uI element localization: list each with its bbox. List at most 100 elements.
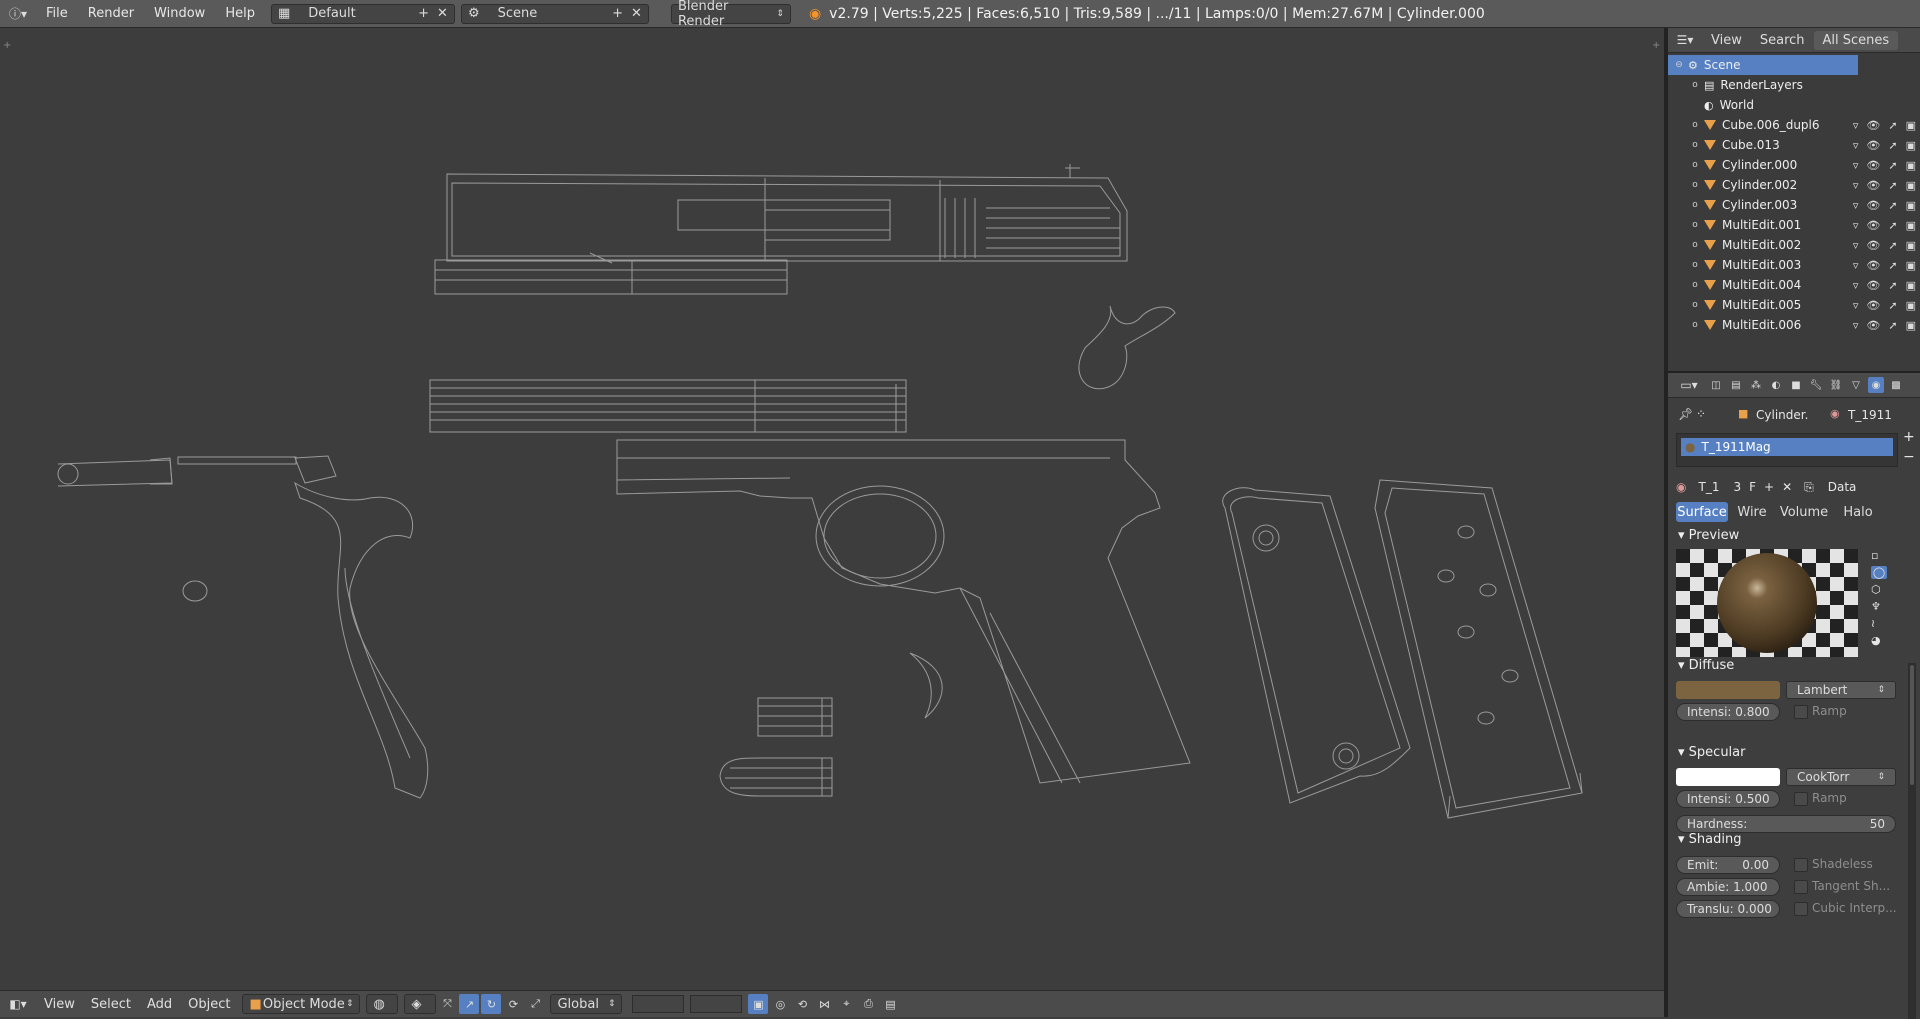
info-editor-icon[interactable]: ⓘ▾	[0, 5, 36, 22]
expand-toggle-icon[interactable]: ⊖	[1674, 60, 1684, 70]
datablock-users[interactable]: 3	[1733, 480, 1741, 494]
selectable-cursor-icon[interactable]: ➚	[1888, 279, 1897, 292]
visibility-eye-icon[interactable]: 👁︎	[1866, 279, 1880, 292]
menu-view[interactable]: View	[36, 997, 83, 1012]
shading-dropdown[interactable]: ◍	[366, 994, 399, 1014]
object-tab-icon[interactable]: ■	[1788, 377, 1804, 393]
expand-toggle-icon[interactable]: o	[1690, 240, 1700, 250]
expand-toggle-icon[interactable]: o	[1690, 80, 1700, 90]
diffuse-ramp-checkbox[interactable]	[1794, 705, 1808, 719]
expand-toggle-icon[interactable]: o	[1690, 180, 1700, 190]
outliner-row-cube-006-dupl6[interactable]: o Cube.006_dupl6 ▿ 👁︎ ➚ ▣	[1668, 115, 1920, 135]
diffuse-panel-header[interactable]: ▾ Diffuse	[1678, 658, 1734, 673]
renderable-camera-icon[interactable]: ▣	[1906, 199, 1916, 212]
editor-type-icon[interactable]: ◧▾	[0, 997, 36, 1011]
pivot-dropdown[interactable]: ◈	[404, 994, 437, 1014]
snap-target-icon[interactable]: ⌖	[836, 994, 856, 1014]
selectable-cursor-icon[interactable]: ➚	[1888, 139, 1897, 152]
outliner-row-scene[interactable]: ⊖ ⚙ Scene	[1668, 55, 1858, 75]
rotate-icon[interactable]: ⟳	[503, 994, 523, 1014]
outliner-row-multiedit-002[interactable]: o MultiEdit.002 ▿ 👁︎ ➚ ▣	[1668, 235, 1920, 255]
render-tab-icon[interactable]: ◫	[1708, 377, 1724, 393]
outliner-row-world[interactable]: ◐ World	[1668, 95, 1920, 115]
expand-toggle-icon[interactable]: o	[1690, 320, 1700, 330]
visibility-eye-icon[interactable]: 👁︎	[1866, 259, 1880, 272]
renderable-camera-icon[interactable]: ▣	[1906, 279, 1916, 292]
specular-shader-dropdown[interactable]: CookTorr ⇕	[1786, 768, 1896, 786]
material-tab-icon[interactable]: ◉	[1868, 377, 1884, 393]
tab-volume[interactable]: Volume	[1776, 502, 1832, 522]
mesh-data-icon[interactable]: ▿	[1853, 299, 1859, 312]
scale-icon[interactable]: ⤢	[525, 994, 545, 1014]
outliner-row-multiedit-001[interactable]: o MultiEdit.001 ▿ 👁︎ ➚ ▣	[1668, 215, 1920, 235]
layer-buttons-2[interactable]	[690, 995, 743, 1013]
menu-help[interactable]: Help	[215, 6, 265, 21]
expand-toggle-icon[interactable]: o	[1690, 160, 1700, 170]
mode-dropdown[interactable]: ■ Object Mode ⇕	[242, 994, 361, 1014]
scene-dropdown[interactable]: ⚙ Scene + ✕	[460, 3, 649, 24]
renderable-camera-icon[interactable]: ▣	[1906, 139, 1916, 152]
outliner-display-mode[interactable]: All Scenes	[1813, 30, 1899, 50]
translate-manipulator-icon[interactable]: ↗	[459, 994, 480, 1014]
outliner-row-multiedit-004[interactable]: o MultiEdit.004 ▿ 👁︎ ➚ ▣	[1668, 275, 1920, 295]
outliner-editor-icon[interactable]: ☰▾	[1668, 33, 1702, 47]
add-layout-icon[interactable]: +	[418, 6, 429, 21]
menu-select[interactable]: Select	[83, 997, 139, 1012]
expand-toggle-icon[interactable]: o	[1690, 260, 1700, 270]
3d-viewport[interactable]: + +	[0, 28, 1664, 990]
properties-scrollbar[interactable]	[1908, 663, 1916, 1019]
link-type-icon[interactable]: ⎘	[1804, 480, 1814, 495]
mesh-data-icon[interactable]: ▿	[1853, 119, 1859, 132]
outliner-row-cylinder-002[interactable]: o Cylinder.002 ▿ 👁︎ ➚ ▣	[1668, 175, 1920, 195]
outliner-row-cylinder-003[interactable]: o Cylinder.003 ▿ 👁︎ ➚ ▣	[1668, 195, 1920, 215]
menu-window[interactable]: Window	[144, 6, 215, 21]
transform-manipulator-icon[interactable]: ⤧	[437, 994, 457, 1014]
visibility-eye-icon[interactable]: 👁︎	[1866, 239, 1880, 252]
preview-cube-icon[interactable]: ⬡	[1871, 583, 1887, 596]
renderable-camera-icon[interactable]: ▣	[1906, 219, 1916, 232]
visibility-eye-icon[interactable]: 👁︎	[1866, 159, 1880, 172]
visibility-eye-icon[interactable]: 👁︎	[1866, 139, 1880, 152]
properties-editor-icon[interactable]: ▭▾	[1674, 378, 1704, 392]
outliner-row-multiedit-006[interactable]: o MultiEdit.006 ▿ 👁︎ ➚ ▣	[1668, 315, 1920, 335]
snap-toggle-icon[interactable]: ⟲	[792, 994, 812, 1014]
expand-toggle-icon[interactable]: o	[1690, 220, 1700, 230]
expand-toggle-icon[interactable]: o	[1690, 300, 1700, 310]
unlink-material-icon[interactable]: ✕	[1782, 480, 1792, 494]
specular-intensity-field[interactable]: Intensi: 0.500	[1676, 790, 1780, 808]
outliner-view-menu[interactable]: View	[1702, 33, 1751, 48]
preview-panel-header[interactable]: ▾ Preview	[1678, 528, 1739, 543]
outliner-row-cylinder-000[interactable]: o Cylinder.000 ▿ 👁︎ ➚ ▣	[1668, 155, 1920, 175]
visibility-eye-icon[interactable]: 👁︎	[1866, 219, 1880, 232]
link-type-label[interactable]: Data	[1828, 480, 1857, 494]
selectable-cursor-icon[interactable]: ➚	[1888, 199, 1897, 212]
mesh-data-icon[interactable]: ▿	[1853, 139, 1859, 152]
specular-ramp-checkbox[interactable]	[1794, 792, 1808, 806]
datablock-name[interactable]: T_1	[1698, 480, 1719, 494]
outliner-row-renderlayers[interactable]: o ▤ RenderLayers	[1668, 75, 1920, 95]
data-tab-icon[interactable]: ▽	[1848, 377, 1864, 393]
menu-object[interactable]: Object	[180, 997, 238, 1012]
preview-hair-icon[interactable]: ≀	[1871, 617, 1887, 630]
lock-layers-icon[interactable]: ▣	[748, 994, 769, 1014]
new-material-icon[interactable]: +	[1764, 480, 1774, 494]
world-tab-icon[interactable]: ◐	[1768, 377, 1784, 393]
render-icon[interactable]: ⎙	[858, 994, 878, 1014]
material-browse-icon[interactable]: ◉	[1676, 480, 1686, 494]
pin-icon[interactable]: 📌︎	[1678, 407, 1693, 421]
renderable-camera-icon[interactable]: ▣	[1906, 239, 1916, 252]
specular-color-swatch[interactable]	[1676, 768, 1780, 786]
preview-sphere-icon[interactable]: ◯	[1871, 566, 1887, 579]
orientation-dropdown[interactable]: Global ⇕	[550, 994, 623, 1014]
renderable-camera-icon[interactable]: ▣	[1906, 179, 1916, 192]
preview-flat-icon[interactable]: ▫	[1871, 549, 1887, 562]
expand-toggle-icon[interactable]: o	[1690, 280, 1700, 290]
screen-layout-dropdown[interactable]: ▦ Default + ✕	[270, 3, 455, 24]
diffuse-color-swatch[interactable]	[1676, 681, 1780, 699]
diffuse-intensity-field[interactable]: Intensi: 0.800	[1676, 703, 1780, 721]
rotate-manipulator-icon[interactable]: ↻	[481, 994, 502, 1014]
expand-toggle-icon[interactable]: o	[1690, 200, 1700, 210]
mesh-data-icon[interactable]: ▿	[1853, 279, 1859, 292]
expand-toggle-icon[interactable]	[1690, 100, 1700, 110]
mesh-data-icon[interactable]: ▿	[1853, 239, 1859, 252]
